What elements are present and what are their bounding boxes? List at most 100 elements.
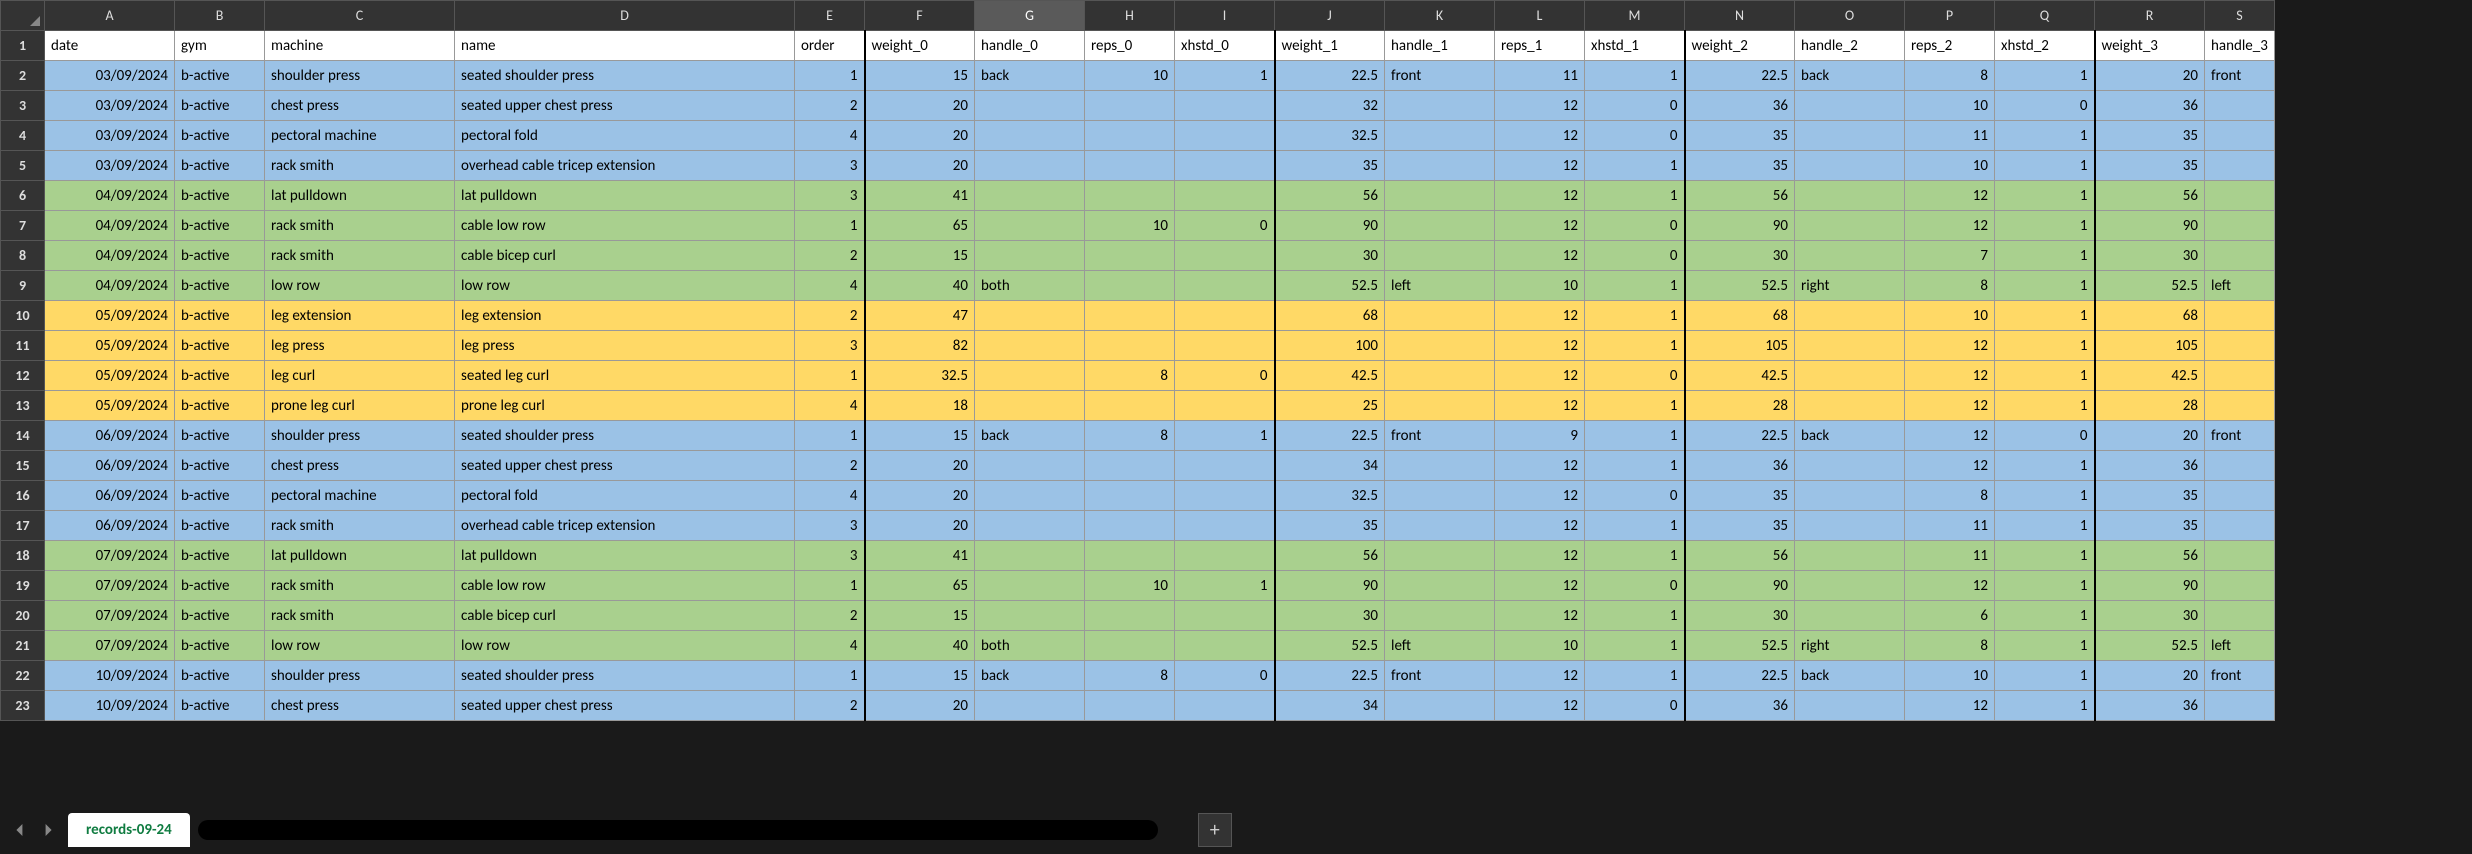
cell[interactable]: 36 [2095,451,2205,481]
header-cell[interactable]: order [795,31,865,61]
cell[interactable]: 36 [2095,691,2205,721]
cell[interactable] [1385,481,1495,511]
cell[interactable]: right [1795,631,1905,661]
cell[interactable]: right [1795,271,1905,301]
cell[interactable]: 6 [1905,601,1995,631]
row-header-16[interactable]: 16 [1,481,45,511]
column-header-F[interactable]: F [865,1,975,31]
cell[interactable]: 90 [1275,211,1385,241]
sheet-tab-active[interactable]: records-09-24 [68,813,190,847]
cell[interactable]: b-active [175,361,265,391]
cell[interactable]: seated shoulder press [455,421,795,451]
cell[interactable]: 12 [1905,421,1995,451]
cell[interactable]: lat pulldown [455,181,795,211]
cell[interactable]: pectoral fold [455,121,795,151]
cell[interactable]: 06/09/2024 [45,421,175,451]
cell[interactable]: 30 [1275,241,1385,271]
cell[interactable]: 1 [1995,301,2095,331]
header-cell[interactable]: reps_2 [1905,31,1995,61]
cell[interactable]: 10 [1905,661,1995,691]
cell[interactable]: 28 [1685,391,1795,421]
row-header-8[interactable]: 8 [1,241,45,271]
cell[interactable]: 56 [1685,181,1795,211]
cell[interactable]: 1 [1585,181,1685,211]
cell[interactable] [1175,511,1275,541]
cell[interactable]: front [2205,61,2275,91]
cell[interactable] [2205,241,2275,271]
row-header-20[interactable]: 20 [1,601,45,631]
cell[interactable]: front [1385,661,1495,691]
cell[interactable]: chest press [265,91,455,121]
cell[interactable]: 7 [1905,241,1995,271]
cell[interactable]: 8 [1085,661,1175,691]
cell[interactable]: 34 [1275,691,1385,721]
cell[interactable]: 12 [1495,571,1585,601]
cell[interactable]: 15 [865,61,975,91]
cell[interactable]: 10/09/2024 [45,661,175,691]
cell[interactable]: 35 [2095,151,2205,181]
cell[interactable]: 1 [1995,211,2095,241]
cell[interactable]: b-active [175,541,265,571]
cell[interactable] [1795,301,1905,331]
cell[interactable] [1175,151,1275,181]
cell[interactable]: 1 [1585,61,1685,91]
cell[interactable]: 35 [2095,511,2205,541]
cell[interactable]: lat pulldown [455,541,795,571]
cell[interactable] [1085,451,1175,481]
cell[interactable]: front [2205,421,2275,451]
header-cell[interactable]: reps_1 [1495,31,1585,61]
cell[interactable]: 30 [1685,601,1795,631]
cell[interactable]: 56 [1275,541,1385,571]
cell[interactable]: 25 [1275,391,1385,421]
cell[interactable]: 3 [795,541,865,571]
cell[interactable]: 8 [1905,631,1995,661]
cell[interactable]: b-active [175,631,265,661]
cell[interactable]: 68 [1685,301,1795,331]
cell[interactable]: left [1385,631,1495,661]
column-header-Q[interactable]: Q [1995,1,2095,31]
row-header-21[interactable]: 21 [1,631,45,661]
cell[interactable]: rack smith [265,151,455,181]
cell[interactable] [2205,541,2275,571]
row-header-15[interactable]: 15 [1,451,45,481]
cell[interactable] [2205,331,2275,361]
cell[interactable]: 2 [795,241,865,271]
cell[interactable]: 15 [865,241,975,271]
cell[interactable]: back [1795,421,1905,451]
cell[interactable]: 42.5 [2095,361,2205,391]
cell[interactable]: seated leg curl [455,361,795,391]
cell[interactable] [975,301,1085,331]
cell[interactable]: 68 [2095,301,2205,331]
column-header-P[interactable]: P [1905,1,1995,31]
cell[interactable]: 1 [1585,331,1685,361]
cell[interactable]: back [975,421,1085,451]
cell[interactable]: 1 [1995,121,2095,151]
spreadsheet-viewport[interactable]: ABCDEFGHIJKLMNOPQRS 1dategymmachinenameo… [0,0,2472,806]
cell[interactable]: 12 [1495,391,1585,421]
cell[interactable]: 100 [1275,331,1385,361]
cell[interactable]: rack smith [265,511,455,541]
cell[interactable]: 18 [865,391,975,421]
cell[interactable]: 1 [1995,151,2095,181]
cell[interactable]: 1 [1585,661,1685,691]
row-header-11[interactable]: 11 [1,331,45,361]
cell[interactable] [2205,601,2275,631]
cell[interactable]: 04/09/2024 [45,211,175,241]
cell[interactable] [2205,511,2275,541]
cell[interactable] [2205,301,2275,331]
cell[interactable]: 4 [795,391,865,421]
cell[interactable]: low row [455,631,795,661]
cell[interactable]: 52.5 [1275,271,1385,301]
cell[interactable] [1385,121,1495,151]
cell[interactable]: cable low row [455,211,795,241]
cell[interactable]: 9 [1495,421,1585,451]
cell[interactable]: 40 [865,271,975,301]
cell[interactable] [1175,271,1275,301]
cell[interactable]: 1 [1995,331,2095,361]
column-header-C[interactable]: C [265,1,455,31]
cell[interactable]: leg extension [455,301,795,331]
header-cell[interactable]: weight_3 [2095,31,2205,61]
column-header-S[interactable]: S [2205,1,2275,31]
cell[interactable]: 1 [1995,481,2095,511]
cell[interactable]: 28 [2095,391,2205,421]
